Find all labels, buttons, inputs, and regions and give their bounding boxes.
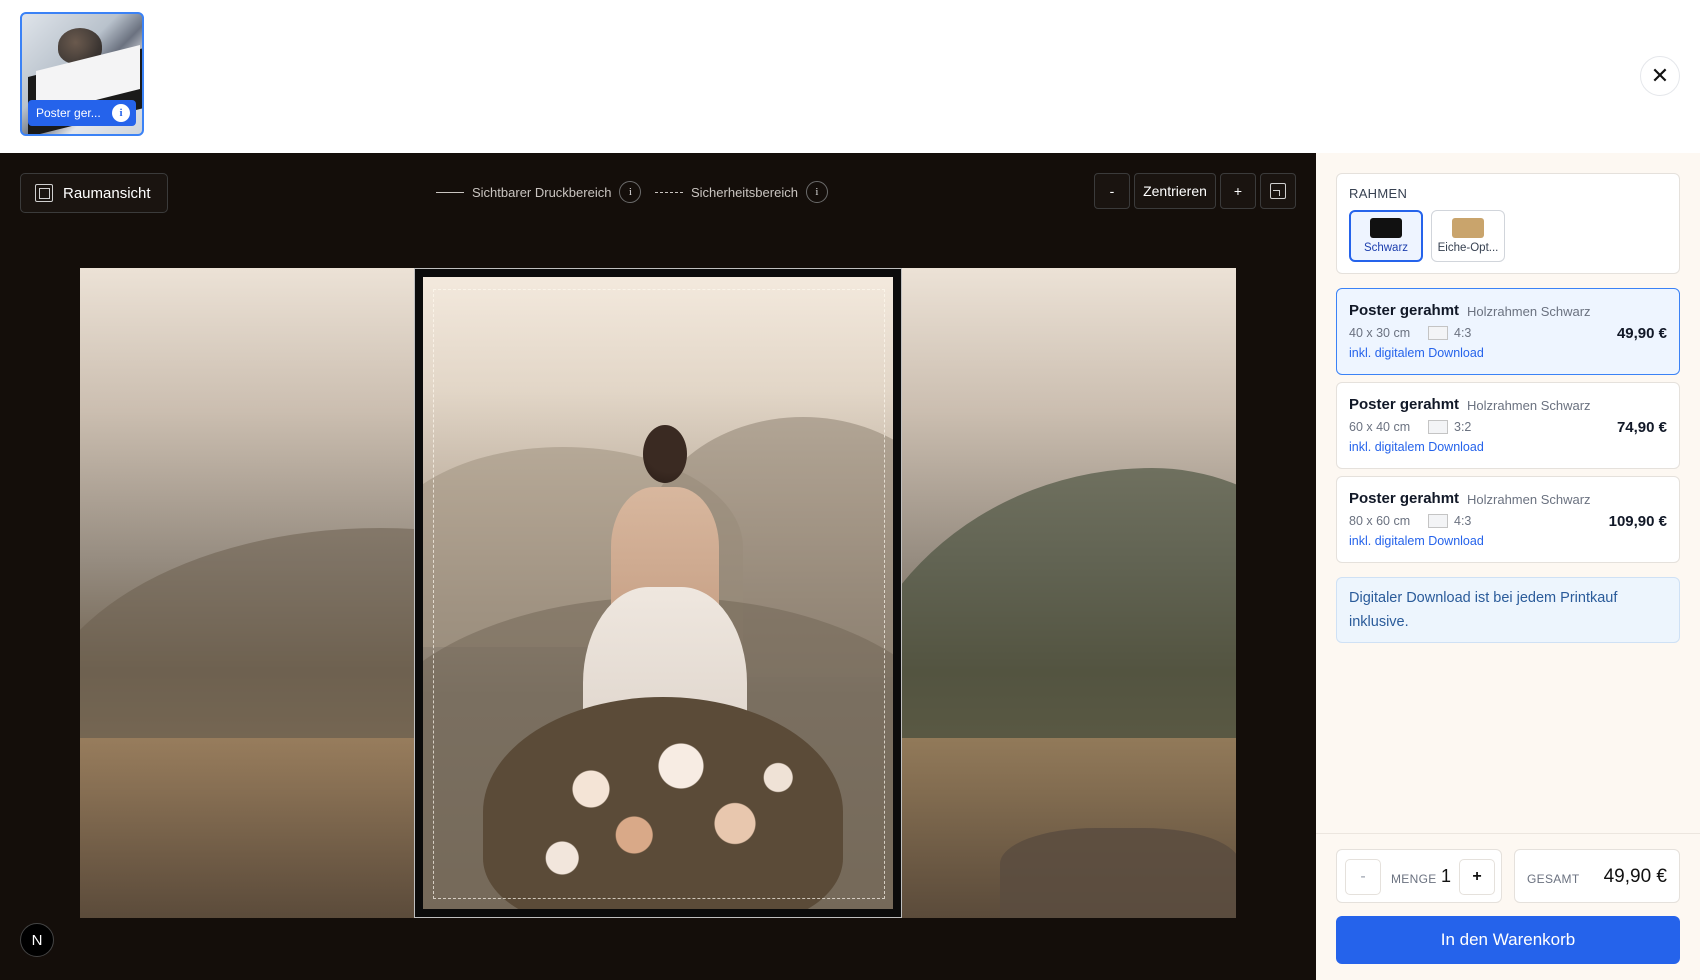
avatar[interactable]: N: [20, 923, 54, 957]
room-view-label: Raumansicht: [63, 184, 151, 202]
quantity-increase-button[interactable]: +: [1459, 859, 1495, 895]
info-icon[interactable]: i: [805, 181, 828, 203]
solid-line-icon: [436, 191, 464, 193]
offer-card-60x40[interactable]: Poster gerahmt Holzrahmen Schwarz 60 x 4…: [1336, 382, 1680, 469]
zoom-in-button[interactable]: +: [1220, 173, 1256, 209]
offer-size: 80 x 60 cm: [1349, 514, 1411, 528]
download-info-note: Digitaler Download ist bei jedem Printka…: [1336, 577, 1680, 643]
offer-card-40x30[interactable]: Poster gerahmt Holzrahmen Schwarz 40 x 3…: [1336, 288, 1680, 375]
offer-download-note: inkl. digitalem Download: [1349, 346, 1484, 360]
quantity-label: MENGE: [1391, 872, 1437, 886]
frame-option-label: Eiche-Opt...: [1437, 242, 1499, 254]
offer-ratio: 4:3: [1454, 326, 1472, 340]
total-price-box: GESAMT 49,90 €: [1514, 849, 1680, 903]
offer-download-note: inkl. digitalem Download: [1349, 534, 1484, 548]
offer-price: 74,90 €: [1616, 419, 1667, 436]
framed-poster-preview[interactable]: [414, 268, 902, 918]
room-view-icon: [35, 184, 53, 202]
top-bar: Poster ger... i ✕: [0, 0, 1700, 153]
preview-toolbar: Raumansicht Sichtbarer Druckbereich i Si…: [0, 153, 1316, 227]
frame-option-label: Schwarz: [1363, 242, 1409, 254]
frame-option-schwarz[interactable]: Schwarz: [1349, 210, 1423, 262]
offer-frame-type: Holzrahmen Schwarz: [1467, 492, 1591, 507]
image-fit-icon: [1270, 183, 1286, 199]
frame-selector-title: RAHMEN: [1349, 186, 1408, 201]
ratio-icon: [1428, 326, 1448, 340]
offer-ratio: 4:3: [1454, 514, 1472, 528]
thumbnail-label-text: Poster ger...: [36, 106, 101, 120]
poster-image: [423, 277, 893, 909]
legend-safe-area: Sicherheitsbereich i: [655, 181, 828, 203]
total-value: 49,90 €: [1603, 866, 1667, 887]
close-button[interactable]: ✕: [1640, 56, 1680, 96]
preview-stage: Raumansicht Sichtbarer Druckbereich i Si…: [0, 153, 1316, 980]
quantity-decrease-button[interactable]: -: [1345, 859, 1381, 895]
zoom-out-button[interactable]: -: [1094, 173, 1130, 209]
configuration-panel: RAHMEN Schwarz Eiche-Opt... Poster gerah…: [1316, 153, 1700, 980]
offer-frame-type: Holzrahmen Schwarz: [1467, 398, 1591, 413]
offer-name: Poster gerahmt: [1349, 490, 1460, 507]
info-icon[interactable]: i: [112, 104, 130, 122]
offer-frame-type: Holzrahmen Schwarz: [1467, 304, 1591, 319]
center-button[interactable]: Zentrieren: [1134, 173, 1216, 209]
room-view-button[interactable]: Raumansicht: [20, 173, 168, 213]
close-icon: ✕: [1650, 63, 1670, 88]
frame-color-chip: [1452, 218, 1484, 238]
frame-selector: RAHMEN Schwarz Eiche-Opt...: [1336, 173, 1680, 274]
legend-safe-label: Sicherheitsbereich: [691, 184, 798, 200]
quantity-value[interactable]: 1: [1441, 866, 1451, 887]
thumbnail-label: Poster ger... i: [28, 100, 136, 126]
total-label: GESAMT: [1527, 872, 1580, 886]
zoom-controls: - Zentrieren +: [1094, 173, 1296, 209]
legend-visible-print-area: Sichtbarer Druckbereich i: [436, 181, 642, 203]
add-to-cart-button[interactable]: In den Warenkorb: [1336, 916, 1680, 964]
frame-color-chip: [1370, 218, 1402, 238]
legend-visible-label: Sichtbarer Druckbereich: [472, 184, 612, 200]
offer-name: Poster gerahmt: [1349, 302, 1460, 319]
ratio-icon: [1428, 420, 1448, 434]
offer-download-note: inkl. digitalem Download: [1349, 440, 1484, 454]
ratio-icon: [1428, 514, 1448, 528]
safety-area-outline: [433, 289, 885, 899]
info-icon[interactable]: i: [619, 181, 642, 203]
offer-price: 49,90 €: [1616, 325, 1667, 342]
dashed-line-icon: [655, 191, 683, 193]
footer-divider: [1316, 833, 1700, 834]
offer-size: 40 x 30 cm: [1349, 326, 1411, 340]
product-thumbnail[interactable]: Poster ger... i: [20, 12, 144, 136]
frame-option-eiche[interactable]: Eiche-Opt...: [1431, 210, 1505, 262]
offer-name: Poster gerahmt: [1349, 396, 1460, 413]
offer-price: 109,90 €: [1608, 513, 1667, 530]
fit-image-button[interactable]: [1260, 173, 1296, 209]
offer-card-80x60[interactable]: Poster gerahmt Holzrahmen Schwarz 80 x 6…: [1336, 476, 1680, 563]
offer-ratio: 3:2: [1454, 420, 1472, 434]
quantity-stepper: - MENGE 1 +: [1336, 849, 1502, 903]
offer-size: 60 x 40 cm: [1349, 420, 1411, 434]
scene-rock: [1000, 828, 1236, 918]
